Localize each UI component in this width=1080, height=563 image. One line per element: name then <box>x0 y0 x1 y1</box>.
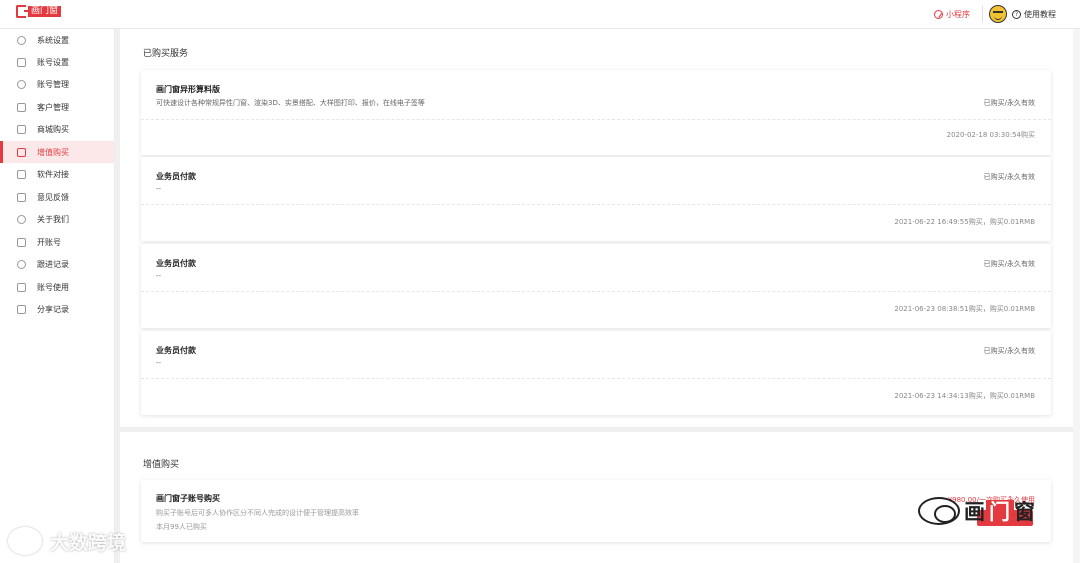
sidebar-item-customer-management[interactable]: 客户管理 <box>0 96 114 118</box>
target-icon <box>17 259 26 269</box>
sidebar-item-account-management[interactable]: 账号管理 <box>0 73 114 95</box>
box-icon <box>17 147 26 157</box>
watermark-brand: 画门窗 <box>964 496 1036 526</box>
logo-text: 画门窗 <box>28 6 62 17</box>
sidebar-item-account-settings[interactable]: 账号设置 <box>0 51 114 73</box>
service-status: 已购买/永久有效 <box>983 347 1035 355</box>
sidebar-item-account-usage[interactable]: 账号使用 <box>0 276 114 298</box>
shop-icon <box>17 124 26 134</box>
sidebar-item-follow-up[interactable]: 跟进记录 <box>0 253 114 275</box>
watermark-brand-c: 窗 <box>1014 500 1036 524</box>
watermark-right: 画门窗 <box>918 496 1036 526</box>
service-name: 业务员付款 <box>156 259 196 268</box>
service-status: 已购买/永久有效 <box>983 99 1035 107</box>
sidebar-item-value-added[interactable]: 增值购买 <box>0 141 114 163</box>
divider <box>141 119 1051 120</box>
open-account-icon <box>17 237 26 247</box>
service-card: 画门窗异形算料版 可快速设计各种常规异性门窗、渲染3D、实景搭配、大样图打印、报… <box>141 70 1051 155</box>
sidebar-item-label: 增值购买 <box>37 147 69 157</box>
sidebar-item-system-settings[interactable]: 系统设置 <box>0 29 114 51</box>
sidebar-item-open-account[interactable]: 开账号 <box>0 231 114 253</box>
share-record-icon <box>17 304 26 314</box>
service-desc: -- <box>156 185 162 193</box>
sidebar-item-label: 跟进记录 <box>37 259 69 269</box>
watermark-brand-a: 画 <box>964 500 986 524</box>
sidebar-item-shop[interactable]: 商城购买 <box>0 118 114 140</box>
connect-icon <box>17 169 26 179</box>
service-card: 业务员付款 -- 已购买/永久有效 2021-06-22 16:49:55购买，… <box>141 157 1051 241</box>
mini-program-link[interactable]: 小程序 <box>934 9 970 20</box>
sidebar-item-label: 分享记录 <box>37 304 69 314</box>
sidebar-item-feedback[interactable]: 意见反馈 <box>0 186 114 208</box>
purchase-time: 2021-06-22 16:49:55购买，购买0.01RMB <box>894 218 1035 226</box>
sidebar-item-software-connect[interactable]: 软件对接 <box>0 163 114 185</box>
avatar[interactable] <box>989 5 1007 23</box>
purchase-time: 2020-02-18 03:30:54购买 <box>946 131 1035 139</box>
sidebar-item-label: 关于我们 <box>37 214 69 224</box>
account-card-icon <box>17 57 26 67</box>
watermark-left: 大数跨境 <box>8 527 126 555</box>
app-logo[interactable]: 画门窗 <box>16 5 62 18</box>
top-bar: 画门窗 小程序 ? 使用教程 <box>0 0 1080 29</box>
service-status: 已购买/永久有效 <box>983 260 1035 268</box>
product-desc: 购买子账号后可多人协作区分不同人完成的设计便于管理提高效率 <box>156 509 359 517</box>
info-icon <box>17 214 26 224</box>
sidebar-item-label: 账号设置 <box>37 57 69 67</box>
product-name: 画门窗子账号购买 <box>156 494 220 503</box>
sidebar-item-label: 客户管理 <box>37 102 69 112</box>
help-label: 使用教程 <box>1024 9 1056 19</box>
purchased-services-panel: 已购买服务 画门窗异形算料版 可快速设计各种常规异性门窗、渲染3D、实景搭配、大… <box>120 29 1073 427</box>
watermark-text: 大数跨境 <box>50 531 127 554</box>
help-tutorial-link[interactable]: ? 使用教程 <box>1012 9 1056 20</box>
service-status: 已购买/永久有效 <box>983 173 1035 181</box>
inbox-icon <box>17 192 26 202</box>
service-desc: 可快速设计各种常规异性门窗、渲染3D、实景搭配、大样图打印、报价，在线电子签等 <box>156 99 425 107</box>
sidebar-item-label: 开账号 <box>37 237 61 247</box>
gear-icon <box>17 35 26 45</box>
usage-icon <box>17 282 26 292</box>
wechat-icon <box>918 497 960 525</box>
sidebar-item-about[interactable]: 关于我们 <box>0 208 114 230</box>
divider <box>141 204 1051 205</box>
sidebar-item-label: 意见反馈 <box>37 192 69 202</box>
sidebar-item-share-record[interactable]: 分享记录 <box>0 298 114 320</box>
service-name: 画门窗异形算料版 <box>156 85 220 94</box>
service-card: 业务员付款 -- 已购买/永久有效 2021-06-23 08:38:51购买，… <box>141 244 1051 328</box>
mini-program-icon <box>934 9 943 19</box>
service-card: 业务员付款 -- 已购买/永久有效 2021-06-23 14:34:13购买，… <box>141 331 1051 415</box>
service-desc: -- <box>156 359 162 367</box>
service-name: 业务员付款 <box>156 346 196 355</box>
divider <box>982 6 983 22</box>
sidebar-item-label: 商城购买 <box>37 124 69 134</box>
service-name: 业务员付款 <box>156 172 196 181</box>
watermark-brand-b: 门 <box>986 500 1014 524</box>
purchase-time: 2021-06-23 14:34:13购买，购买0.01RMB <box>894 392 1035 400</box>
divider <box>141 378 1051 379</box>
help-icon: ? <box>1012 9 1021 19</box>
scrollbar[interactable] <box>1073 29 1080 563</box>
customer-icon <box>17 102 26 112</box>
section-title: 增值购买 <box>143 460 180 470</box>
watermark-logo-icon <box>8 527 42 555</box>
divider <box>141 291 1051 292</box>
sidebar-item-label: 系统设置 <box>37 35 69 45</box>
logo-mark-icon <box>16 5 29 18</box>
sidebar-item-label: 账号管理 <box>37 79 69 89</box>
sidebar: 系统设置 账号设置 账号管理 客户管理 商城购买 增值购买 软件对接 意见反馈 … <box>0 29 115 563</box>
sidebar-item-label: 软件对接 <box>37 169 69 179</box>
product-card: 画门窗子账号购买 购买子账号后可多人协作区分不同人完成的设计便于管理提高效率 本… <box>141 480 1051 542</box>
service-desc: -- <box>156 272 162 280</box>
section-title: 已购买服务 <box>143 49 189 59</box>
purchase-time: 2021-06-23 08:38:51购买，购买0.01RMB <box>894 305 1035 313</box>
mini-program-label: 小程序 <box>946 9 970 19</box>
user-icon <box>17 79 26 89</box>
sold-count: 本月99人已购买 <box>156 523 207 531</box>
sidebar-item-label: 账号使用 <box>37 282 69 292</box>
